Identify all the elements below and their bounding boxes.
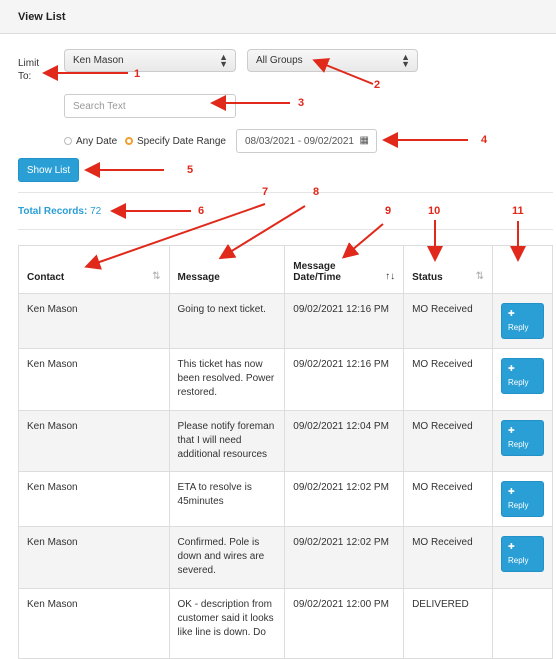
- cell-status: MO Received: [403, 293, 493, 349]
- cell-datetime: 09/02/2021 12:02 PM: [284, 471, 405, 527]
- column-header-status[interactable]: Status ⇅: [403, 245, 493, 294]
- cell-message: Going to next ticket.: [168, 293, 286, 349]
- table-row: Ken Mason Confirmed. Pole is down and wi…: [18, 526, 553, 589]
- cell-datetime: 09/02/2021 12:16 PM: [284, 348, 405, 411]
- cell-action: ✚ Reply: [492, 348, 553, 411]
- cell-status: MO Received: [403, 471, 493, 527]
- annotation-label: 8: [313, 186, 320, 198]
- radio-any-date-label: Any Date: [76, 136, 118, 147]
- annotation-label: 6: [198, 205, 205, 217]
- cell-contact: Ken Mason: [18, 588, 170, 659]
- table-row: Ken Mason OK - description from customer…: [18, 588, 553, 659]
- group-select-value: All Groups: [256, 55, 303, 66]
- radio-date-range-label: Specify Date Range: [137, 136, 226, 147]
- cell-action: [492, 588, 553, 659]
- cell-message: This ticket has now been resolved. Power…: [168, 348, 286, 411]
- cell-contact: Ken Mason: [18, 471, 170, 527]
- select-caret-icon: ▲ ▼: [401, 52, 410, 69]
- total-records-label: Total Records:: [18, 206, 88, 217]
- search-input[interactable]: [64, 94, 236, 118]
- annotation-label: 11: [512, 205, 524, 217]
- reply-button[interactable]: ✚ Reply: [501, 358, 544, 394]
- table-row: Ken Mason Going to next ticket. 09/02/20…: [18, 293, 553, 349]
- divider: [18, 229, 553, 230]
- cell-datetime: 09/02/2021 12:00 PM: [284, 588, 405, 659]
- annotation-label: 7: [262, 186, 269, 198]
- reply-button[interactable]: ✚ Reply: [501, 481, 544, 517]
- total-records-value: 72: [90, 206, 102, 217]
- annotation-label: 3: [298, 97, 305, 109]
- cell-message: ETA to resolve is 45minutes: [168, 471, 286, 527]
- cell-contact: Ken Mason: [18, 410, 170, 472]
- column-header-actions: [492, 245, 553, 294]
- table-row: Ken Mason ETA to resolve is 45minutes 09…: [18, 471, 553, 527]
- sort-icon[interactable]: ⇅: [152, 271, 160, 282]
- annotation-label: 10: [428, 205, 441, 217]
- radio-date-range[interactable]: Specify Date Range: [125, 136, 226, 147]
- sort-desc-icon[interactable]: ↑↓: [385, 271, 395, 282]
- column-header-datetime[interactable]: Message Date/Time ↑↓: [284, 245, 405, 294]
- annotation-label: 1: [134, 68, 141, 80]
- radio-unchecked-icon: [64, 137, 72, 145]
- annotation-label: 2: [374, 79, 381, 91]
- cell-action: ✚ Reply: [492, 471, 553, 527]
- show-list-button[interactable]: Show List: [18, 158, 79, 182]
- messages-table: Contact ⇅ Message Message Date/Time ↑↓ Sta…: [18, 245, 553, 659]
- limit-label: Limit To:: [18, 58, 40, 82]
- user-select[interactable]: Ken Mason ▲ ▼: [64, 49, 236, 72]
- group-select[interactable]: All Groups ▲ ▼: [247, 49, 418, 72]
- cell-datetime: 09/02/2021 12:16 PM: [284, 293, 405, 349]
- annotation-label: 4: [481, 134, 488, 146]
- date-range-input[interactable]: 08/03/2021 - 09/02/2021 ▦: [236, 129, 377, 153]
- annotation-label: 9: [385, 205, 392, 217]
- column-header-message: Message: [168, 245, 286, 294]
- cell-contact: Ken Mason: [18, 348, 170, 411]
- divider: [18, 192, 553, 193]
- cell-contact: Ken Mason: [18, 526, 170, 589]
- cell-status: DELIVERED: [403, 588, 493, 659]
- annotation-label: 5: [187, 164, 194, 176]
- panel-header: View List: [0, 0, 556, 34]
- cell-datetime: 09/02/2021 12:02 PM: [284, 526, 405, 589]
- cell-contact: Ken Mason: [18, 293, 170, 349]
- table-row: Ken Mason This ticket has now been resol…: [18, 348, 553, 411]
- cell-action: ✚ Reply: [492, 293, 553, 349]
- date-range-value: 08/03/2021 - 09/02/2021: [245, 136, 354, 147]
- cell-message: Confirmed. Pole is down and wires are se…: [168, 526, 286, 589]
- cell-action: ✚ Reply: [492, 526, 553, 589]
- radio-any-date[interactable]: Any Date: [64, 136, 117, 147]
- cell-status: MO Received: [403, 348, 493, 411]
- select-caret-icon: ▲ ▼: [219, 52, 228, 69]
- sort-icon[interactable]: ⇅: [476, 271, 484, 282]
- total-records: Total Records: 72: [18, 206, 101, 217]
- column-header-contact[interactable]: Contact ⇅: [18, 245, 170, 294]
- cell-status: MO Received: [403, 526, 493, 589]
- cell-message: Please notify foreman that I will need a…: [168, 410, 286, 472]
- cell-status: MO Received: [403, 410, 493, 472]
- calendar-icon[interactable]: ▦: [360, 135, 369, 146]
- reply-button[interactable]: ✚ Reply: [501, 536, 544, 572]
- cell-datetime: 09/02/2021 12:04 PM: [284, 410, 405, 472]
- user-select-value: Ken Mason: [73, 55, 124, 66]
- cell-message: OK - description from customer said it l…: [168, 588, 286, 659]
- cell-action: ✚ Reply: [492, 410, 553, 472]
- reply-button[interactable]: ✚ Reply: [501, 420, 544, 456]
- reply-button[interactable]: ✚ Reply: [501, 303, 544, 339]
- radio-checked-icon: [125, 137, 133, 145]
- table-row: Ken Mason Please notify foreman that I w…: [18, 410, 553, 472]
